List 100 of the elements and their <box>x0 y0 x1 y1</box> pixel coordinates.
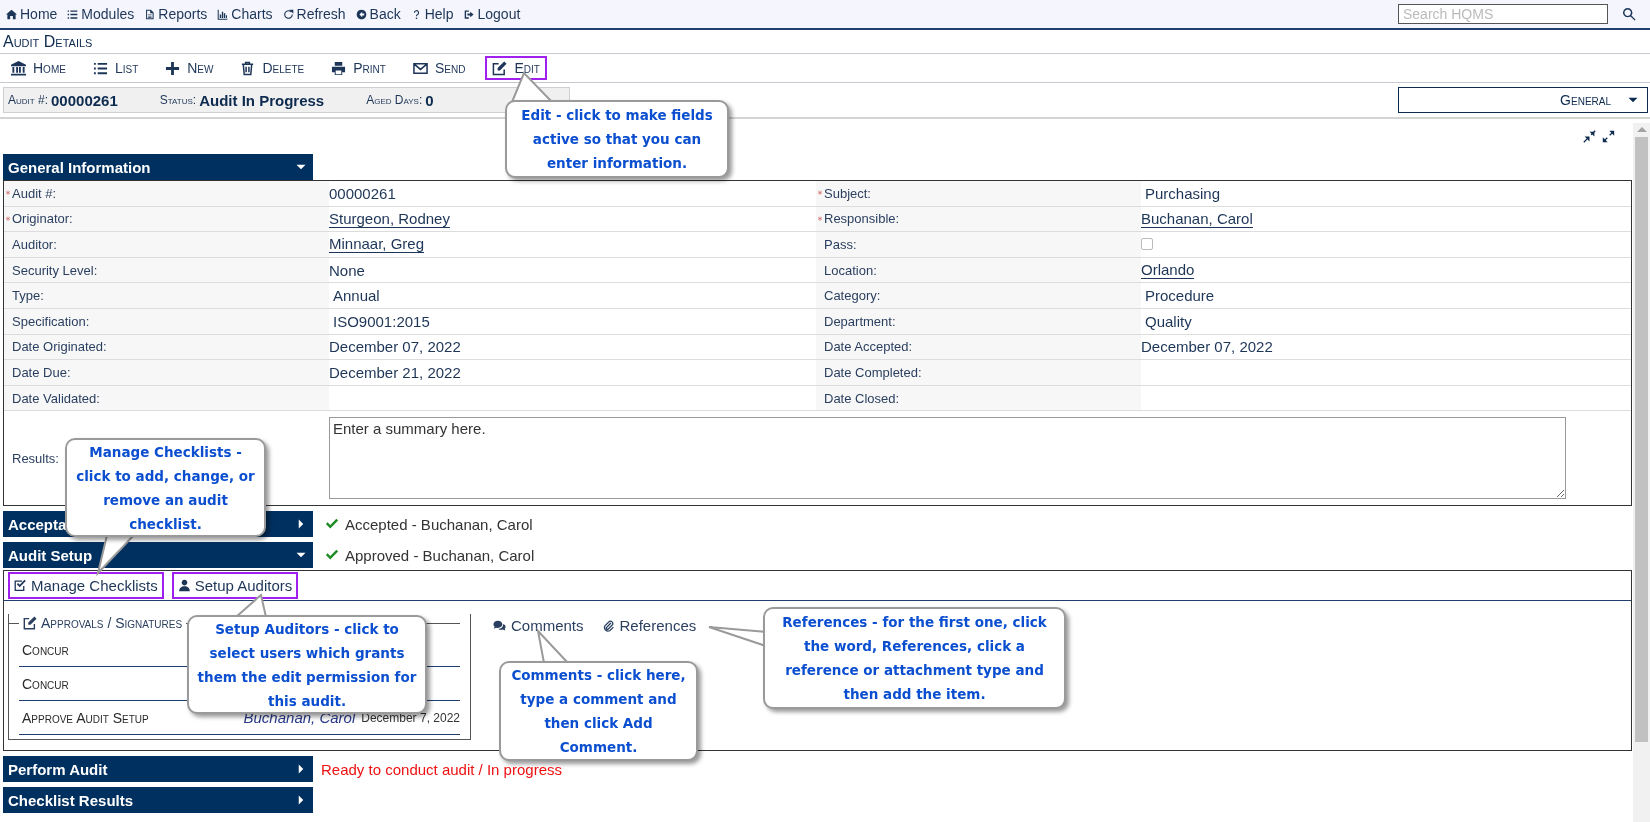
trash-icon <box>240 60 256 76</box>
approval-step: Approve Audit Setup <box>22 709 149 726</box>
field-label: Pass: <box>816 232 1141 257</box>
document-icon <box>144 8 156 20</box>
section-header[interactable]: Checklist Results <box>3 787 313 814</box>
toolbar-button[interactable]: List <box>85 56 146 80</box>
callout-bubble: Manage Checklists - click to add, change, or remove an audit checklist. <box>65 438 266 537</box>
approval-step: Concur <box>22 675 69 692</box>
field-value: Annual <box>333 287 380 305</box>
required-icon <box>817 190 823 197</box>
field-link[interactable]: Orlando <box>1141 261 1195 280</box>
toolbar-button[interactable]: Send <box>405 56 473 80</box>
field-label: Date Validated: <box>4 385 329 411</box>
field-value: 00000261 <box>329 184 396 202</box>
callout-bubble: Comments - click here, type a comment and then click Add Comment. <box>499 661 698 761</box>
info-label: Audit #: <box>8 93 48 107</box>
field-label: Date Originated: <box>4 334 329 360</box>
field-value: Purchasing <box>1145 184 1221 202</box>
required-icon <box>5 190 11 197</box>
field-label: Responsible: <box>816 206 1141 232</box>
nav-link[interactable]: Help <box>410 6 454 22</box>
compress-icon <box>1583 129 1596 143</box>
nav-link[interactable]: Back <box>355 6 401 22</box>
nav-link[interactable]: Modules <box>67 6 135 22</box>
bank-icon <box>11 60 26 76</box>
toolbar-button[interactable]: Delete <box>233 56 312 80</box>
section-header[interactable]: General Information <box>3 154 313 180</box>
field-label: Category: <box>816 283 1141 308</box>
section-header[interactable]: Audit Setup <box>3 542 313 569</box>
field-label: Department: <box>816 308 1141 334</box>
field-label: Audit #: <box>4 181 329 206</box>
status-text: Approved - Buchanan, Carol <box>345 546 535 564</box>
field-label: Originator: <box>4 206 329 232</box>
nav-link[interactable]: Logout <box>463 6 521 22</box>
printer-icon <box>331 60 347 76</box>
page-title: Audit Details <box>0 30 1650 54</box>
field-label: Date Completed: <box>816 360 1141 385</box>
bar-chart-icon <box>217 8 229 20</box>
toolbar-button[interactable]: Home <box>4 56 73 80</box>
paperclip-icon <box>601 618 615 632</box>
field-label: Security Level: <box>4 257 329 283</box>
toolbar-button[interactable]: Edit <box>485 56 547 80</box>
panel-link[interactable]: Comments <box>493 615 584 636</box>
scrollbar[interactable] <box>1633 123 1650 822</box>
field-value: December 07, 2022 <box>1141 338 1273 356</box>
nav-link[interactable]: Reports <box>144 6 208 22</box>
envelope-icon <box>412 60 428 76</box>
expand-icon <box>1602 129 1615 143</box>
status-text: Accepted - Buchanan, Carol <box>345 515 533 533</box>
required-icon <box>817 215 823 222</box>
search-icon <box>1622 7 1636 21</box>
home-icon <box>6 8 17 20</box>
field-value: None <box>329 261 365 279</box>
logout-icon <box>463 8 475 20</box>
nav-link[interactable]: Charts <box>217 6 273 22</box>
field-value: December 07, 2022 <box>329 338 461 356</box>
toolbar-button[interactable]: Print <box>324 56 393 80</box>
user-icon <box>177 579 191 593</box>
field-label: Auditor: <box>4 232 329 257</box>
field-label: Subject: <box>816 181 1141 206</box>
callout-bubble: References - for the first one, click the word, References, click a reference or attachment type and then add the item. <box>763 607 1066 709</box>
checkbox[interactable] <box>1141 238 1153 251</box>
results-field[interactable]: Enter a summary here. <box>329 417 1566 500</box>
nav-link[interactable]: Home <box>6 6 58 22</box>
section-header[interactable]: Perform Audit <box>3 756 313 783</box>
status-text: Ready to conduct audit / In progress <box>321 760 562 778</box>
info-value: Audit In Progress <box>199 91 325 109</box>
list-icon <box>92 60 108 76</box>
info-label: Aged Days: <box>366 93 423 107</box>
field-label: Location: <box>816 257 1141 283</box>
list-icon <box>67 8 79 20</box>
field-value: Quality <box>1145 312 1192 330</box>
field-label: Specification: <box>4 308 329 334</box>
panel-button[interactable]: Setup Auditors <box>171 572 299 600</box>
panel-button[interactable]: Manage Checklists <box>8 572 164 600</box>
field-value: Procedure <box>1145 287 1215 305</box>
field-label: Date Accepted: <box>816 334 1141 360</box>
search-field[interactable]: Search HQMS <box>1398 4 1608 24</box>
field-link[interactable]: Sturgeon, Rodney <box>329 209 450 228</box>
panel-link[interactable]: References <box>601 615 697 636</box>
toolbar-button[interactable]: New <box>158 56 221 80</box>
field-label: Type: <box>4 283 329 308</box>
field-link[interactable]: Minnaar, Greg <box>329 235 425 254</box>
plus-icon <box>165 60 181 76</box>
refresh-icon <box>282 8 294 20</box>
edit-icon <box>23 616 37 631</box>
field-label: Date Due: <box>4 360 329 385</box>
back-icon <box>355 8 367 20</box>
nav-link[interactable]: Refresh <box>282 6 346 22</box>
required-icon <box>5 215 11 222</box>
info-value: 0 <box>425 91 434 109</box>
field-label: Date Closed: <box>816 385 1141 411</box>
info-value: 00000261 <box>51 91 118 109</box>
checked-box-icon <box>14 579 27 593</box>
callout-bubble: Setup Auditors - click to select users which grants them the edit permission for this audit. <box>187 615 427 714</box>
field-label: Results: <box>12 450 59 466</box>
info-label: Status: <box>159 93 197 107</box>
field-link[interactable]: Buchanan, Carol <box>1141 209 1253 228</box>
view-dropdown[interactable]: General <box>1398 87 1648 113</box>
field-value: ISO9001:2015 <box>333 312 430 330</box>
